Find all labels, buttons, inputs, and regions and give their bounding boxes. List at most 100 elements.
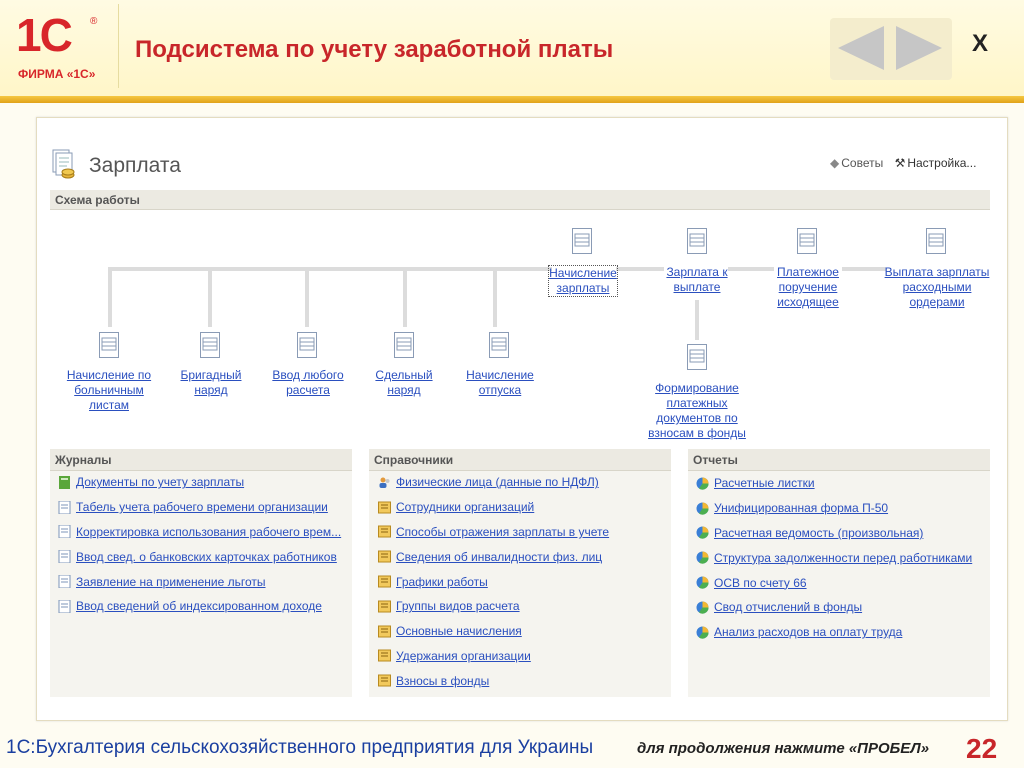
list-item[interactable]: Группы видов расчета (378, 594, 668, 619)
catalog-icon (378, 550, 391, 563)
list-item[interactable]: Физические лица (данные по НДФЛ) (378, 470, 668, 495)
node-payroll-accrual[interactable]: Начисление зарплаты (548, 265, 618, 297)
journal-icon (58, 575, 71, 589)
node-salary-to-pay[interactable]: Зарплата к выплате (664, 265, 730, 295)
connector-line (616, 267, 664, 271)
report-icon (696, 477, 709, 490)
catalog-icon (378, 575, 391, 588)
catalogs-header: Справочники (369, 449, 671, 471)
document-icon (394, 332, 414, 358)
logo-firm-name: ФИРМА «1С» (18, 67, 96, 81)
list-item[interactable]: Расчетные листки (696, 471, 988, 496)
document-icon (687, 228, 707, 254)
slide-title: Подсистема по учету заработной платы (135, 36, 614, 63)
list-item[interactable]: Анализ расходов на оплату труда (696, 620, 988, 645)
report-icon (696, 626, 709, 639)
connector-line (305, 267, 309, 327)
catalog-icon (378, 625, 391, 638)
settings-link[interactable]: Настройка... (907, 156, 976, 170)
reports-header: Отчеты (688, 449, 990, 471)
document-icon (687, 344, 707, 370)
list-item[interactable]: Структура задолженности перед работникам… (696, 545, 988, 570)
list-item[interactable]: Ввод сведений об индексированном доходе (58, 594, 348, 619)
advice-link[interactable]: Советы (841, 156, 883, 170)
journal-icon (58, 550, 71, 564)
page-number: 22 (966, 733, 998, 764)
list-item[interactable]: ОСВ по счету 66 (696, 570, 988, 595)
report-icon (696, 551, 709, 564)
catalog-icon (378, 674, 391, 687)
list-item[interactable]: Табель учета рабочего времени организаци… (58, 495, 348, 520)
node-sick-leave-accrual[interactable]: Начисление по больничным листам (62, 368, 156, 413)
journals-list: Документы по учету зарплаты Табель учета… (58, 470, 348, 619)
close-button[interactable]: Х (972, 30, 988, 58)
catalog-icon (378, 649, 391, 662)
persons-icon (379, 477, 390, 488)
list-item[interactable]: Графики работы (378, 569, 668, 594)
list-item[interactable]: Удержания организации (378, 644, 668, 669)
list-item[interactable]: Взносы в фонды (378, 668, 668, 693)
advice-icon: ◆ (830, 156, 840, 170)
continue-hint: для продолжения нажмите «ПРОБЕЛ» (637, 740, 930, 757)
connector-line (695, 300, 699, 340)
node-vacation-accrual[interactable]: Начисление отпуска (464, 368, 536, 398)
registered-mark: ® (90, 16, 98, 27)
document-icon (99, 332, 119, 358)
node-payment-order[interactable]: Платежное поручение исходящее (774, 265, 842, 310)
report-icon (696, 576, 709, 589)
catalog-icon (378, 600, 391, 613)
list-item[interactable]: Способы отражения зарплаты в учете (378, 520, 668, 545)
connector-line (842, 267, 886, 271)
connector-line (108, 267, 112, 327)
list-item[interactable]: Ввод свед. о банковских карточках работн… (58, 544, 348, 569)
document-icon (489, 332, 509, 358)
forward-arrow-icon[interactable] (896, 26, 942, 70)
report-icon (696, 526, 709, 540)
schema-header: Схема работы (50, 190, 990, 210)
document-icon (200, 332, 220, 358)
node-any-calculation[interactable]: Ввод любого расчета (271, 368, 345, 398)
salary-document-icon (52, 149, 75, 179)
catalog-icon (378, 501, 391, 514)
document-icon (926, 228, 946, 254)
company-logo: 1С ® ФИРМА «1С» (6, 4, 119, 88)
connector-line (728, 267, 774, 271)
document-icon (572, 228, 592, 254)
reports-list: Расчетные листки Унифицированная форма П… (696, 471, 988, 645)
node-piecework-order[interactable]: Сдельный наряд (374, 368, 434, 398)
list-item[interactable]: Свод отчислений в фонды (696, 595, 988, 620)
list-item[interactable]: Сведения об инвалидности физ. лиц (378, 544, 668, 569)
list-item[interactable]: Расчетная ведомость (произвольная) (696, 521, 988, 546)
back-arrow-icon[interactable] (838, 26, 884, 70)
journals-header: Журналы (50, 449, 352, 471)
list-item[interactable]: Документы по учету зарплаты (58, 470, 348, 495)
list-item[interactable]: Заявление на применение льготы (58, 569, 348, 594)
window-title: Зарплата (89, 154, 181, 177)
connector-line (403, 267, 407, 327)
document-icon (297, 332, 317, 358)
node-brigade-order[interactable]: Бригадный наряд (180, 368, 242, 398)
journal-icon (58, 525, 71, 539)
report-icon (696, 601, 709, 614)
window-hints: ◆ Советы ⚒ Настройка... (828, 156, 976, 170)
connector-line (108, 267, 552, 271)
settings-icon: ⚒ (894, 156, 906, 170)
node-cash-orders-payout[interactable]: Выплата зарплаты расходными ордерами (884, 265, 990, 310)
journal-icon (58, 500, 71, 514)
logo-mark: 1С (16, 9, 73, 61)
header-divider (0, 96, 1024, 103)
list-item[interactable]: Корректировка использования рабочего вре… (58, 520, 348, 545)
report-icon (696, 502, 709, 515)
document-icon (797, 228, 817, 254)
connector-line (208, 267, 212, 327)
catalogs-list: Физические лица (данные по НДФЛ) Сотрудн… (378, 470, 668, 693)
list-item[interactable]: Унифицированная форма П-50 (696, 496, 988, 521)
product-name: 1С:Бухгалтерия сельскохозяйственного пре… (6, 737, 594, 758)
node-fund-payments[interactable]: Формирование платежных документов по взн… (648, 381, 746, 441)
catalog-icon (378, 525, 391, 538)
list-item[interactable]: Основные начисления (378, 619, 668, 644)
green-journal-icon (59, 475, 70, 489)
journal-icon (58, 599, 71, 613)
connector-line (493, 267, 497, 327)
list-item[interactable]: Сотрудники организаций (378, 495, 668, 520)
